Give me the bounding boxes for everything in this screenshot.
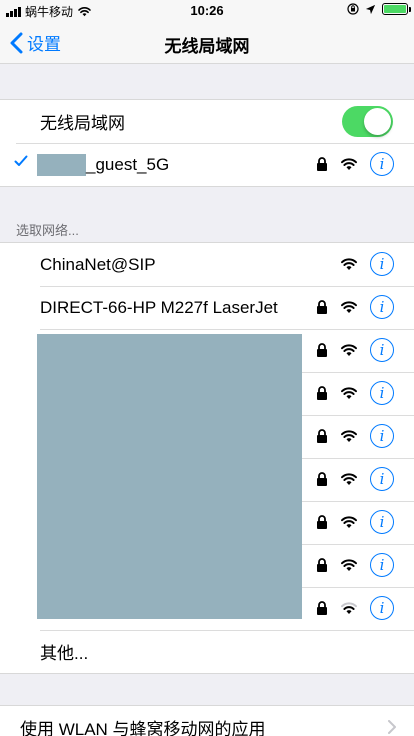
network-name: ChinaNet@SIP xyxy=(40,254,156,274)
connected-network-icons: i xyxy=(316,152,394,176)
apps-using-wlan-row[interactable]: 使用 WLAN 与蜂窝移动网的应用 xyxy=(0,705,414,736)
lock-icon xyxy=(317,386,327,400)
info-icon[interactable]: i xyxy=(370,596,394,620)
wlan-toggle-row: 无线局域网 xyxy=(0,100,414,143)
info-icon[interactable]: i xyxy=(370,252,394,276)
wlan-toggle-switch[interactable] xyxy=(342,106,393,137)
lock-icon xyxy=(317,558,327,572)
wifi-weak-icon xyxy=(341,602,357,614)
page-title: 无线局域网 xyxy=(164,37,250,56)
orientation-lock-icon xyxy=(347,3,359,15)
network-icons: i xyxy=(316,467,394,491)
network-icons: i xyxy=(316,338,394,362)
wifi-icon xyxy=(341,344,357,356)
other-network-row[interactable]: 其他... xyxy=(0,630,414,673)
status-right xyxy=(347,3,411,15)
wifi-icon xyxy=(341,473,357,485)
info-icon[interactable]: i xyxy=(370,424,394,448)
wifi-icon xyxy=(341,258,357,270)
status-bar: 蜗牛移动 10:26 xyxy=(0,0,414,20)
other-network-label: 其他... xyxy=(40,644,89,663)
info-icon[interactable]: i xyxy=(370,467,394,491)
wifi-icon xyxy=(341,430,357,442)
wlan-group: 无线局域网 _guest_5G i xyxy=(0,99,414,187)
wifi-icon xyxy=(341,387,357,399)
lock-icon xyxy=(317,429,327,443)
chevron-right-icon xyxy=(388,720,396,734)
redacted-block xyxy=(37,334,302,619)
lock-icon xyxy=(317,472,327,486)
lock-icon xyxy=(317,157,327,171)
section-header: 选取网络... xyxy=(16,223,79,238)
info-icon[interactable]: i xyxy=(370,381,394,405)
wifi-icon xyxy=(341,559,357,571)
info-icon[interactable]: i xyxy=(370,338,394,362)
navigation-bar: 设置 无线局域网 xyxy=(0,20,414,64)
location-icon xyxy=(365,4,376,14)
wifi-icon xyxy=(341,516,357,528)
lock-icon xyxy=(317,515,327,529)
info-icon[interactable]: i xyxy=(370,295,394,319)
connected-network-row[interactable]: _guest_5G i xyxy=(0,143,414,186)
wifi-icon xyxy=(341,301,357,313)
network-row[interactable]: DIRECT-66-HP M227f LaserJet i xyxy=(0,286,414,329)
network-icons: i xyxy=(316,596,394,620)
checkmark-icon xyxy=(14,155,28,166)
lock-icon xyxy=(317,343,327,357)
connected-network-suffix: _guest_5G xyxy=(86,154,170,174)
network-row[interactable]: ChinaNet@SIP i xyxy=(0,243,414,286)
lock-icon xyxy=(317,601,327,615)
battery-icon xyxy=(382,3,411,15)
network-name: DIRECT-66-HP M227f LaserJet xyxy=(40,297,278,317)
network-icons: i xyxy=(316,381,394,405)
network-icons: i xyxy=(316,553,394,577)
network-icons: i xyxy=(340,252,394,276)
network-icons: i xyxy=(316,424,394,448)
info-icon[interactable]: i xyxy=(370,152,394,176)
network-icons: i xyxy=(316,510,394,534)
wifi-icon xyxy=(341,158,357,170)
redacted-block xyxy=(37,153,86,176)
lock-icon xyxy=(317,300,327,314)
info-icon[interactable]: i xyxy=(370,553,394,577)
info-icon[interactable]: i xyxy=(370,510,394,534)
apps-using-wlan-label: 使用 WLAN 与蜂窝移动网的应用 xyxy=(20,719,266,736)
wlan-toggle-label: 无线局域网 xyxy=(40,114,125,133)
network-icons: i xyxy=(316,295,394,319)
connected-network-name: _guest_5G xyxy=(37,153,170,176)
